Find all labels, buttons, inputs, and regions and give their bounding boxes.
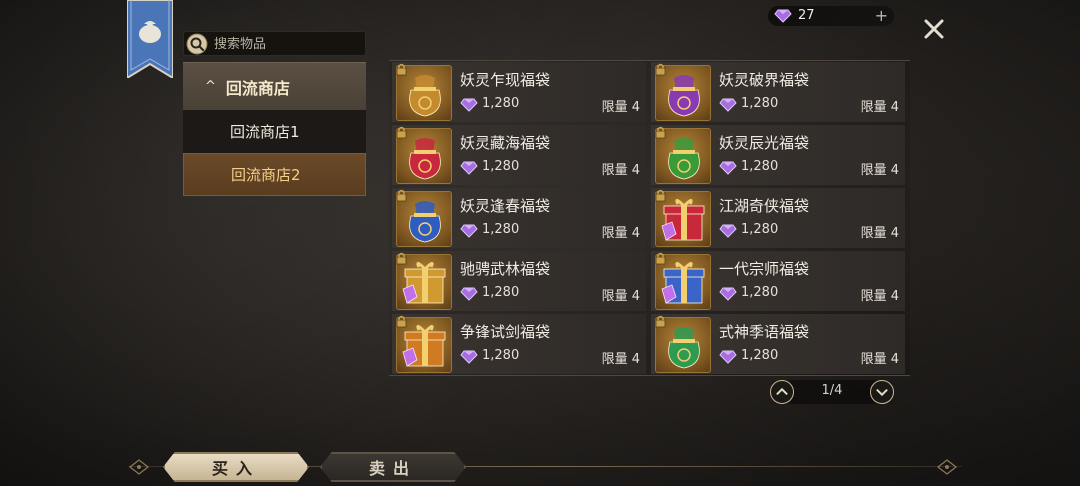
lock-icon [655, 252, 666, 265]
add-currency-button[interactable]: + [875, 7, 888, 25]
shop-item-card[interactable]: 式神季语福袋 1,280 限量 4 [651, 314, 905, 374]
item-price: 1,280 [482, 222, 520, 237]
item-price: 1,280 [741, 159, 779, 174]
search-icon [186, 33, 208, 55]
item-limit: 限量 4 [860, 100, 899, 115]
diamond-icon [719, 224, 737, 238]
item-name: 争锋试剑福袋 [460, 323, 551, 341]
item-name: 式神季语福袋 [719, 323, 810, 341]
item-name: 妖灵乍现福袋 [460, 71, 551, 89]
shop-item-card[interactable]: 妖灵破界福袋 1,280 限量 4 [651, 62, 905, 122]
lock-icon [396, 252, 407, 265]
lock-icon [655, 315, 666, 328]
lock-icon [655, 189, 666, 202]
item-price: 1,280 [741, 285, 779, 300]
diamond-icon [774, 9, 792, 23]
tab-buy[interactable]: 买入 [163, 452, 309, 482]
shop-item-card[interactable]: 妖灵藏海福袋 1,280 限量 4 [392, 125, 646, 185]
item-limit: 限量 4 [601, 163, 640, 178]
sidebar-category-label: 回流商店 [225, 78, 290, 98]
diamond-icon [460, 350, 478, 364]
ornament-icon [129, 459, 149, 475]
lock-icon [396, 189, 407, 202]
item-price: 1,280 [482, 348, 520, 363]
item-name: 一代宗师福袋 [719, 260, 810, 278]
item-limit: 限量 4 [601, 226, 640, 241]
diamond-icon [460, 161, 478, 175]
lock-icon [396, 315, 407, 328]
lock-icon [655, 63, 666, 76]
sidebar-item-shop-1[interactable]: 回流商店1 [183, 110, 366, 153]
item-price: 1,280 [741, 222, 779, 237]
currency-display: 27 + [768, 6, 894, 26]
shop-item-card[interactable]: 争锋试剑福袋 1,280 限量 4 [392, 314, 646, 374]
item-name: 妖灵藏海福袋 [460, 134, 551, 152]
item-limit: 限量 4 [601, 352, 640, 367]
item-price: 1,280 [482, 285, 520, 300]
shop-item-card[interactable]: 妖灵辰光福袋 1,280 限量 4 [651, 125, 905, 185]
item-limit: 限量 4 [860, 289, 899, 304]
item-name: 妖灵破界福袋 [719, 71, 810, 89]
tab-sell[interactable]: 卖出 [320, 452, 466, 482]
diamond-icon [719, 98, 737, 112]
sidebar-category-header[interactable]: ^ 回流商店 [183, 62, 366, 110]
sidebar-item-label: 回流商店2 [231, 166, 301, 184]
ornament-icon [937, 459, 957, 475]
shop-item-card[interactable]: 驰骋武林福袋 1,280 限量 4 [392, 251, 646, 311]
collapse-caret-icon: ^ [205, 79, 216, 94]
item-limit: 限量 4 [601, 100, 640, 115]
shop-item-card[interactable]: 妖灵乍现福袋 1,280 限量 4 [392, 62, 646, 122]
item-name: 妖灵逢春福袋 [460, 197, 551, 215]
lock-icon [655, 126, 666, 139]
item-limit: 限量 4 [601, 289, 640, 304]
diamond-icon [719, 350, 737, 364]
currency-amount: 27 [798, 8, 815, 23]
item-limit: 限量 4 [860, 352, 899, 367]
item-name: 驰骋武林福袋 [460, 260, 551, 278]
item-name: 江湖奇侠福袋 [719, 197, 810, 215]
diamond-icon [460, 287, 478, 301]
shop-item-card[interactable]: 妖灵逢春福袋 1,280 限量 4 [392, 188, 646, 248]
diamond-icon [719, 161, 737, 175]
diamond-icon [460, 224, 478, 238]
sidebar-item-label: 回流商店1 [230, 123, 300, 141]
item-name: 妖灵辰光福袋 [719, 134, 810, 152]
close-icon[interactable] [922, 17, 946, 41]
item-price: 1,280 [741, 348, 779, 363]
pagination: 1/4 [768, 380, 896, 404]
sidebar-item-shop-2[interactable]: 回流商店2 [183, 153, 366, 196]
search-box[interactable] [183, 31, 366, 56]
lock-icon [396, 126, 407, 139]
page-down-button[interactable] [870, 380, 894, 404]
diamond-icon [460, 98, 478, 112]
item-price: 1,280 [482, 159, 520, 174]
diamond-icon [719, 287, 737, 301]
search-input[interactable] [214, 35, 359, 53]
shop-banner-icon [127, 0, 173, 78]
item-limit: 限量 4 [860, 226, 899, 241]
item-price: 1,280 [482, 96, 520, 111]
item-limit: 限量 4 [860, 163, 899, 178]
lock-icon [396, 63, 407, 76]
shop-item-card[interactable]: 一代宗师福袋 1,280 限量 4 [651, 251, 905, 311]
item-price: 1,280 [741, 96, 779, 111]
shop-item-card[interactable]: 江湖奇侠福袋 1,280 限量 4 [651, 188, 905, 248]
